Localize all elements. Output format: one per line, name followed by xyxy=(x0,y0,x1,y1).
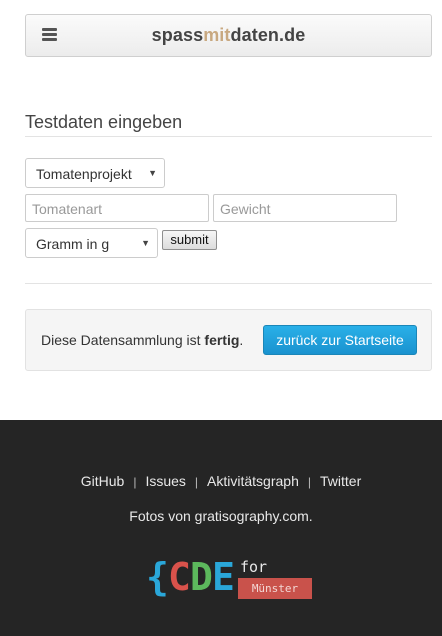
footer-links: GitHub | Issues | Aktivitätsgraph | Twitter xyxy=(0,473,442,489)
logo-c-glyph: C xyxy=(168,555,191,599)
title-divider xyxy=(25,136,432,137)
weight-placeholder: Gewicht xyxy=(220,201,271,217)
navbar: spassmitdaten.de xyxy=(25,14,432,57)
unit-select[interactable]: Gramm in g ▼ xyxy=(25,228,158,258)
photo-credit[interactable]: Fotos von gratisography.com. xyxy=(0,508,442,524)
project-select[interactable]: Tomatenprojekt ▼ xyxy=(25,158,165,188)
footer-link-twitter[interactable]: Twitter xyxy=(320,473,361,489)
footer-link-activity-graph[interactable]: Aktivitätsgraph xyxy=(207,473,299,489)
logo-e-glyph: E xyxy=(212,555,235,599)
footer-separator: | xyxy=(133,475,137,489)
footer-link-github[interactable]: GitHub xyxy=(81,473,125,489)
weight-input[interactable]: Gewicht xyxy=(213,194,397,222)
tomato-variety-input[interactable]: Tomatenart xyxy=(25,194,209,222)
brand-part-daten: daten.de xyxy=(230,25,306,45)
alert-text-after: . xyxy=(239,332,244,348)
alert-text-bold: fertig xyxy=(204,332,240,348)
brand-logo[interactable]: spassmitdaten.de xyxy=(26,25,431,46)
brand-part-spass: spass xyxy=(151,25,204,45)
logo-brace-glyph: { xyxy=(146,555,169,599)
logo-city-badge: Münster xyxy=(238,578,312,599)
alert-text-before: Diese Datensammlung ist xyxy=(41,332,205,348)
project-select-value: Tomatenprojekt xyxy=(36,166,132,182)
footer-link-issues[interactable]: Issues xyxy=(145,473,185,489)
footer: GitHub | Issues | Aktivitätsgraph | Twitter Fo… xyxy=(0,420,442,636)
status-alert: Diese Datensammlung ist fertig. zurück z… xyxy=(25,309,432,371)
submit-button[interactable]: submit xyxy=(162,230,217,250)
brand-part-mit: mit xyxy=(203,25,231,45)
alert-message: Diese Datensammlung ist fertig. xyxy=(41,332,243,348)
logo-for-label: for xyxy=(240,558,268,576)
back-to-home-button[interactable]: zurück zur Startseite xyxy=(263,325,417,355)
code-for-muenster-logo[interactable]: { C D E for Münster xyxy=(146,556,316,602)
tomato-variety-placeholder: Tomatenart xyxy=(32,201,103,217)
footer-separator: | xyxy=(307,475,311,489)
unit-select-value: Gramm in g xyxy=(36,236,110,252)
logo-d-glyph: D xyxy=(190,555,213,599)
page-title: Testdaten eingeben xyxy=(25,112,183,132)
chevron-down-icon: ▼ xyxy=(148,168,157,178)
chevron-down-icon: ▼ xyxy=(141,238,150,248)
footer-separator: | xyxy=(194,475,199,489)
form-divider xyxy=(25,283,432,284)
